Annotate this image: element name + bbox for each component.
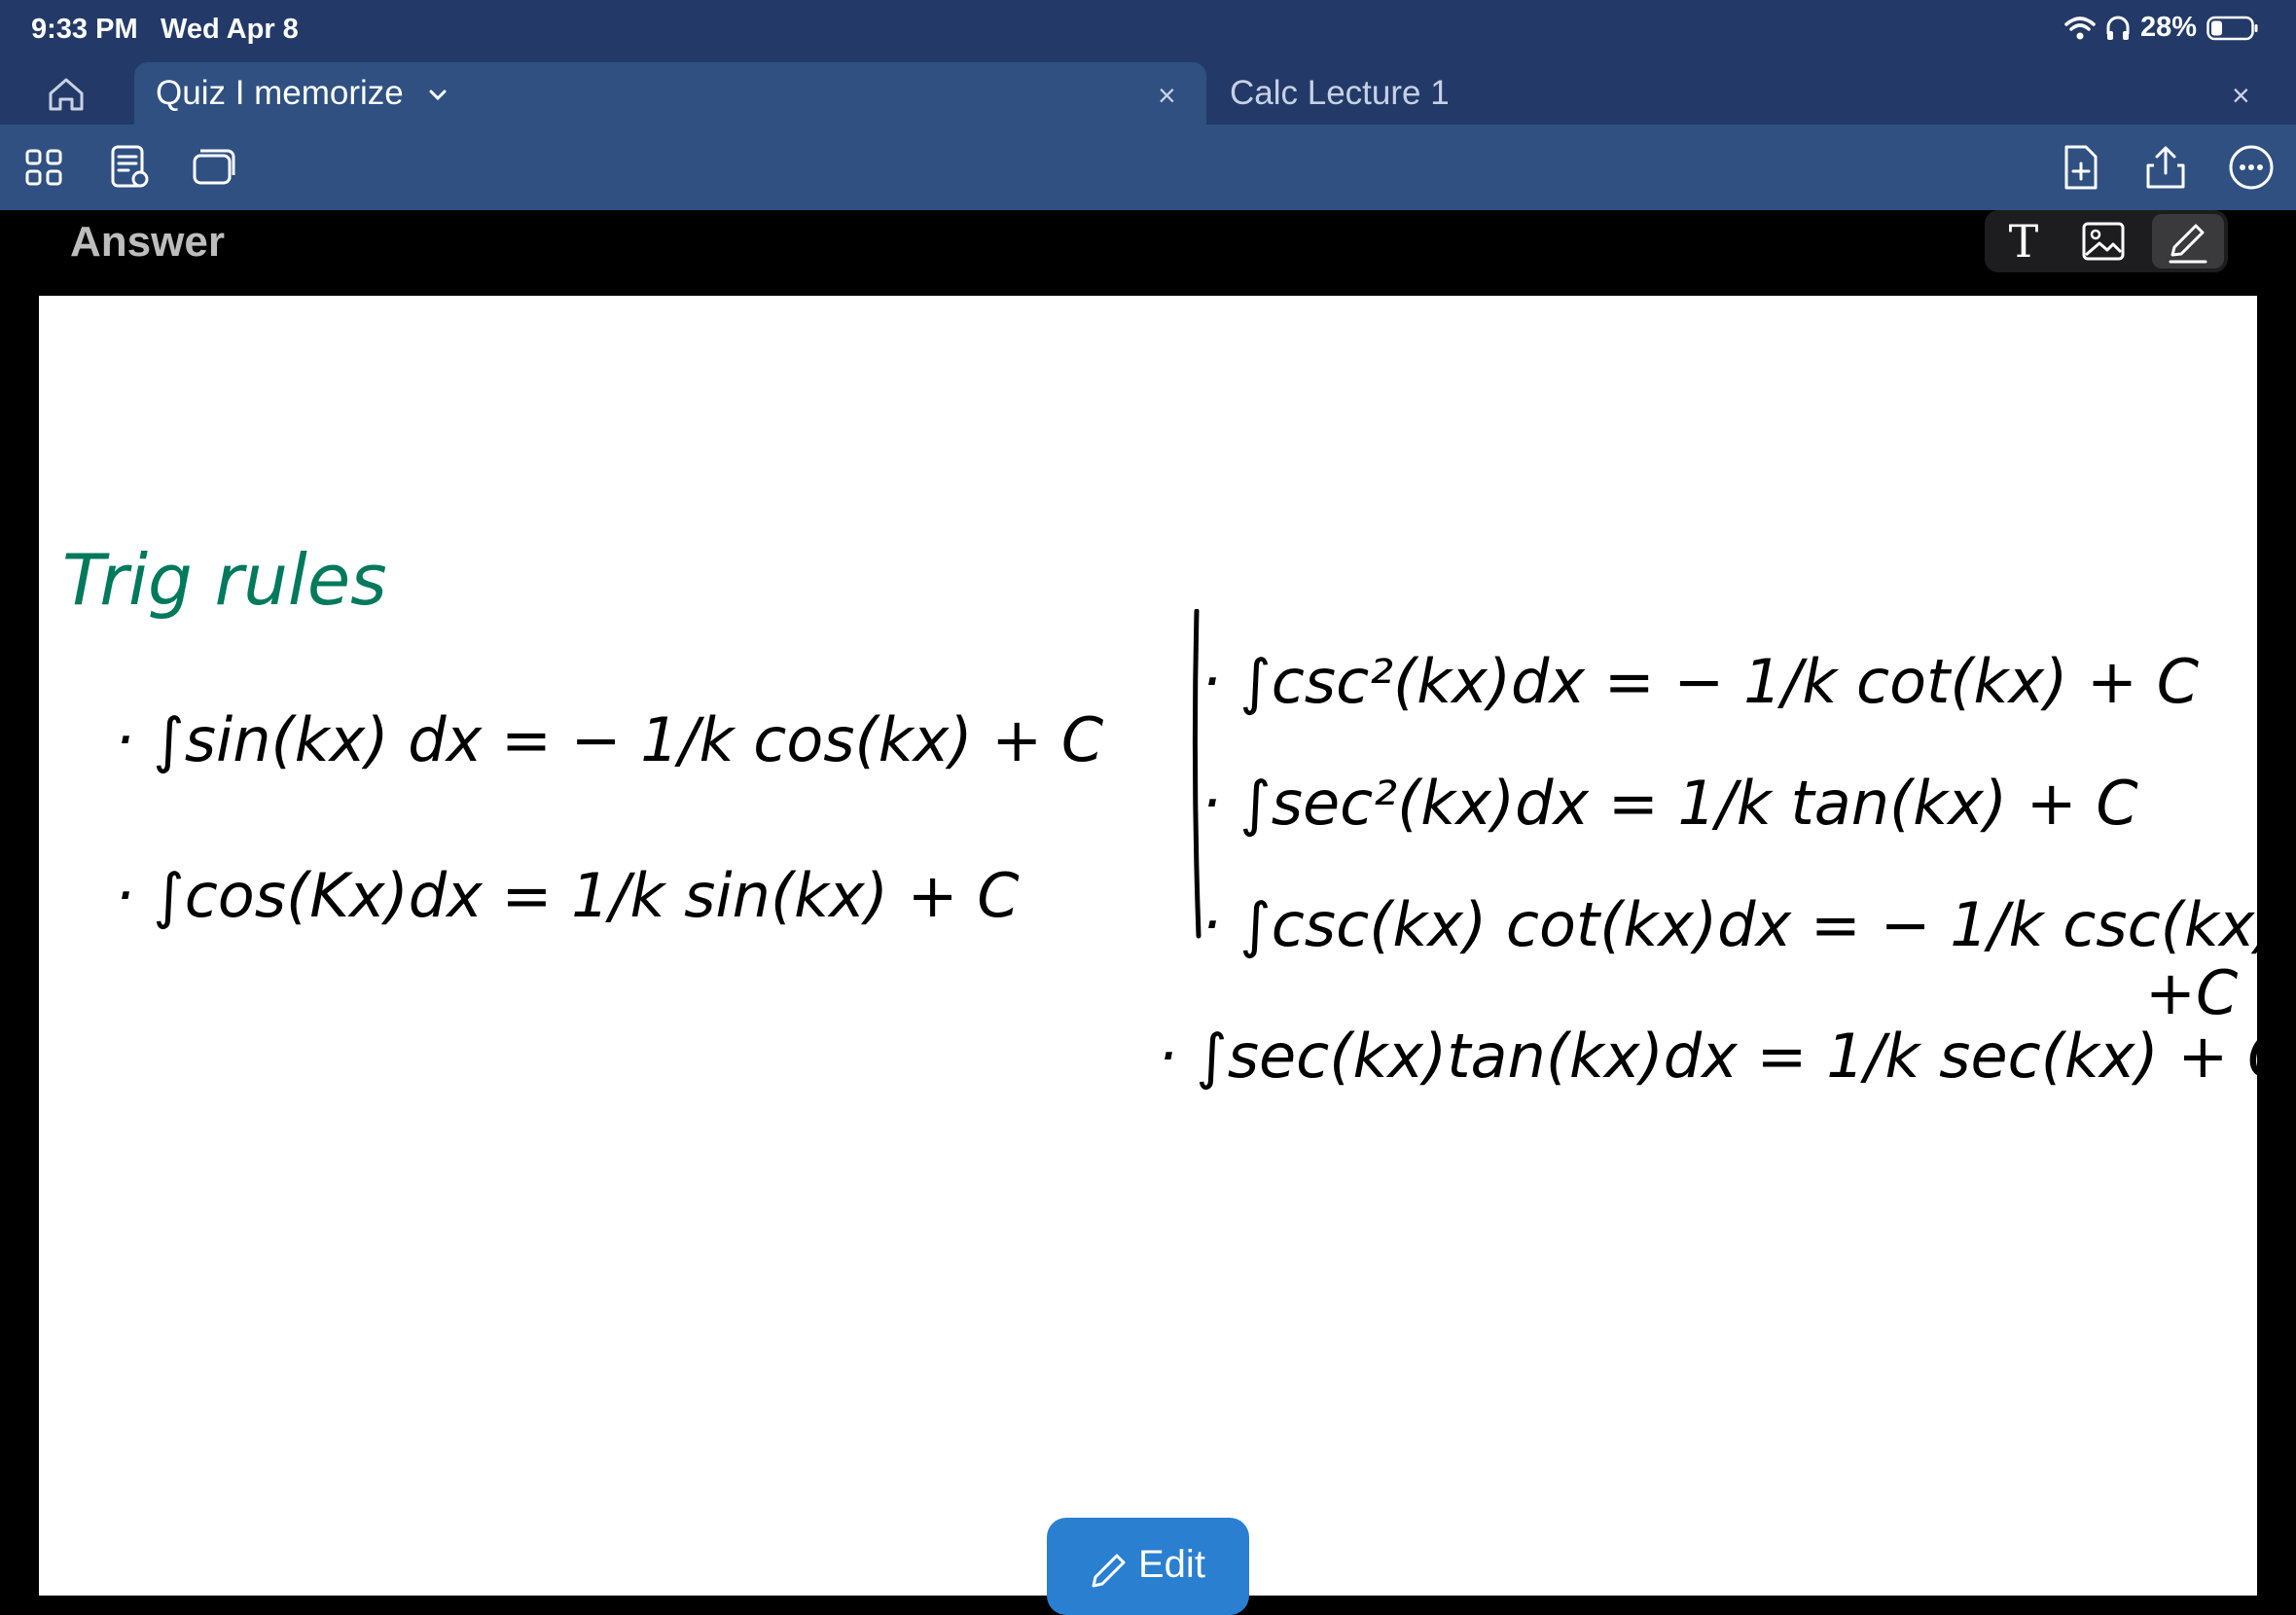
document-toolbar bbox=[0, 125, 2296, 210]
text-tool-icon[interactable]: T bbox=[1998, 216, 2049, 267]
tab-quiz-i-memorize[interactable]: Quiz I memorize × bbox=[134, 62, 1206, 125]
pen-tool-icon bbox=[2169, 224, 2207, 264]
image-tool-icon[interactable] bbox=[2078, 216, 2129, 267]
status-time: 9:33 PM bbox=[31, 14, 138, 45]
status-indicators: 28% bbox=[2064, 12, 2259, 44]
equation-csc-squared: · ∫csc²(kx)dx = − 1/k cot(kx) + C bbox=[1202, 646, 2199, 717]
headphones-icon bbox=[2106, 16, 2130, 40]
add-page-icon[interactable] bbox=[2055, 142, 2105, 193]
close-tab-icon[interactable]: × bbox=[2232, 78, 2250, 114]
equation-csc-cot-constant: +C bbox=[2145, 957, 2239, 1028]
corner-ink-stroke bbox=[2259, 1541, 2296, 1590]
grid-icon[interactable] bbox=[19, 142, 70, 193]
input-tools: T bbox=[1985, 210, 2228, 272]
note-settings-icon[interactable] bbox=[105, 142, 156, 193]
equation-sec-tan: · ∫sec(kx)tan(kx)dx = 1/k sec(kx) + C bbox=[1158, 1021, 2257, 1092]
notes-title: Trig rules bbox=[62, 539, 387, 621]
close-tab-icon[interactable]: × bbox=[1158, 78, 1176, 114]
edit-button[interactable]: Edit bbox=[1047, 1518, 1249, 1615]
share-icon[interactable] bbox=[2140, 142, 2191, 193]
section-label: Answer bbox=[70, 218, 225, 266]
wifi-icon bbox=[2064, 16, 2096, 39]
card-stack-icon[interactable] bbox=[189, 142, 239, 193]
status-bar: 9:33 PM Wed Apr 8 28% bbox=[0, 0, 2296, 62]
pen-tool-button[interactable] bbox=[2152, 214, 2224, 269]
equation-sec-squared: · ∫sec²(kx)dx = 1/k tan(kx) + C bbox=[1202, 768, 2138, 839]
equation-cos: · ∫cos(Kx)dx = 1/k sin(kx) + C bbox=[115, 860, 1020, 931]
answer-header: Answer T bbox=[39, 210, 2257, 296]
status-date: Wed Apr 8 bbox=[161, 14, 299, 45]
battery-icon bbox=[2206, 16, 2258, 40]
home-icon[interactable] bbox=[43, 72, 90, 115]
equation-csc-cot: · ∫csc(kx) cot(kx)dx = − 1/k csc(kx) bbox=[1202, 889, 2257, 960]
battery-percent: 28% bbox=[2139, 12, 2197, 43]
pencil-icon bbox=[1092, 1554, 1126, 1588]
more-icon[interactable] bbox=[2226, 142, 2277, 193]
edit-label: Edit bbox=[1138, 1543, 1205, 1586]
equation-sin: · ∫sin(kx) dx = − 1/k cos(kx) + C bbox=[115, 704, 1104, 775]
tab-bar: Quiz I memorize × Calc Lecture 1 × bbox=[0, 62, 2296, 125]
tab-calc-lecture-1[interactable]: Calc Lecture 1 × bbox=[1206, 62, 2296, 125]
tab-label: Quiz I memorize bbox=[156, 74, 404, 112]
tab-label: Calc Lecture 1 bbox=[1230, 74, 1450, 112]
chevron-down-icon[interactable] bbox=[424, 82, 451, 109]
note-canvas[interactable]: Trig rules · ∫sin(kx) dx = − 1/k cos(kx)… bbox=[39, 296, 2257, 1596]
